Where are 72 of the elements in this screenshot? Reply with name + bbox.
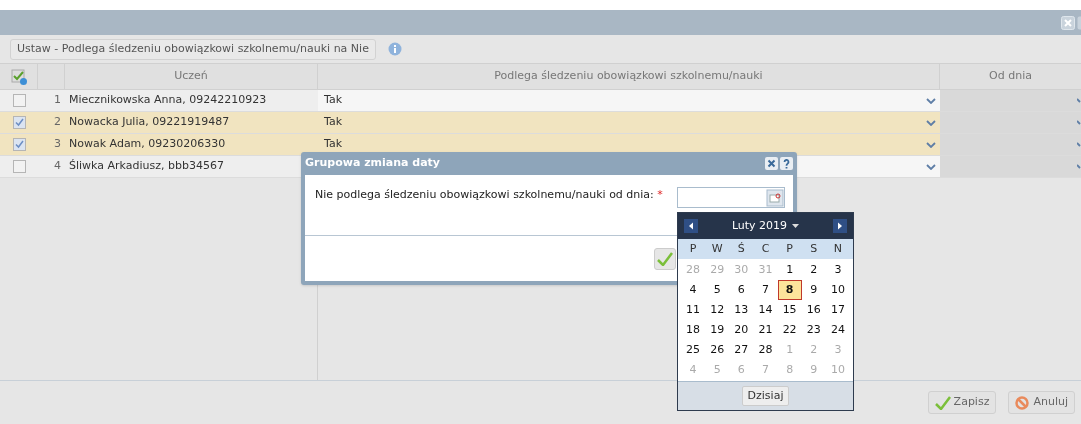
- today-button[interactable]: Dzisiaj: [741, 386, 790, 406]
- calendar-day[interactable]: 10: [825, 280, 850, 300]
- checkbox[interactable]: [12, 116, 26, 129]
- row-number: 4: [54, 158, 61, 175]
- checkbox[interactable]: [12, 94, 26, 107]
- checkbox[interactable]: [12, 160, 26, 173]
- calendar-day[interactable]: 1: [777, 260, 802, 280]
- calendar-day[interactable]: 14: [753, 300, 778, 320]
- weekday-label: N: [832, 240, 844, 257]
- calendar-day[interactable]: 20: [729, 320, 754, 340]
- previous-month-icon[interactable]: [684, 219, 698, 233]
- calendar-day[interactable]: 26: [705, 340, 730, 360]
- toolbar-button[interactable]: Ustaw - Podlega śledzeniu obowiązkowi szkolnemu/nauki na Nie: [10, 38, 376, 60]
- table-cell: Tak: [324, 114, 342, 131]
- calendar-day[interactable]: 25: [681, 340, 706, 360]
- next-month-icon[interactable]: [833, 219, 847, 233]
- column-header[interactable]: Uczeń: [65, 64, 318, 89]
- calendar-day[interactable]: 5: [705, 280, 730, 300]
- calendar-day[interactable]: 28: [753, 340, 778, 360]
- calendar-day[interactable]: 16: [801, 300, 826, 320]
- close-icon[interactable]: [765, 157, 778, 170]
- table-cell: Tak: [324, 136, 342, 153]
- calendar-day[interactable]: 9: [801, 280, 826, 300]
- dialog-title: Grupowa zmiana daty: [305, 155, 440, 172]
- checkbox[interactable]: [12, 138, 26, 151]
- row-number: 1: [54, 92, 61, 109]
- save-button[interactable]: Zapisz: [927, 391, 997, 414]
- calendar-day[interactable]: 2: [801, 260, 826, 280]
- calendar-day[interactable]: 19: [705, 320, 730, 340]
- calendar-day[interactable]: 18: [681, 320, 706, 340]
- checkmark-icon: [657, 251, 673, 266]
- calendar-day[interactable]: 13: [729, 300, 754, 320]
- calendar-icon[interactable]: [766, 188, 784, 207]
- weekday-label: P: [688, 240, 698, 257]
- calendar-day[interactable]: 4: [681, 280, 706, 300]
- column-header[interactable]: Podlega śledzeniu obowiązkowi szkolnemu/nauki: [318, 64, 940, 89]
- calendar-day[interactable]: 27: [729, 340, 754, 360]
- weekday-label: W: [710, 240, 724, 257]
- calendar-day[interactable]: 15: [777, 300, 802, 320]
- weekday-label: Ś: [736, 240, 746, 257]
- calendar-day[interactable]: 11: [681, 300, 706, 320]
- calendar-day[interactable]: 24: [825, 320, 850, 340]
- column-header[interactable]: Od dnia: [940, 64, 1081, 89]
- prohibited-icon: [1015, 395, 1030, 410]
- table-cell: Nowak Adam, 09230206330: [69, 136, 226, 153]
- table-cell: Śliwka Arkadiusz, bbb34567: [69, 158, 224, 175]
- row-number: 2: [54, 114, 61, 131]
- weekday-label: C: [760, 240, 771, 257]
- calendar-day[interactable]: 22: [777, 320, 802, 340]
- calendar-day[interactable]: 8: [777, 280, 802, 300]
- table-cell: Nowacka Julia, 09221919487: [69, 114, 230, 131]
- calendar-day[interactable]: 17: [825, 300, 850, 320]
- calendar-day[interactable]: 12: [705, 300, 730, 320]
- caret-icon: [792, 224, 800, 228]
- field-label: Nie podlega śledzeniu obowiązkowi szkolnemu/nauki od dnia: *: [315, 187, 664, 203]
- close-icon[interactable]: [1061, 15, 1075, 30]
- confirm-button[interactable]: [654, 247, 676, 270]
- info-icon[interactable]: [387, 42, 402, 56]
- calendar-day[interactable]: 21: [753, 320, 778, 340]
- calendar-day[interactable]: 7: [753, 280, 778, 300]
- table-cell: Tak: [324, 92, 342, 109]
- checkmark-icon: [934, 395, 951, 410]
- date-field[interactable]: [677, 187, 785, 208]
- calendar-day[interactable]: 6: [729, 280, 754, 300]
- calendar-day[interactable]: 23: [801, 320, 826, 340]
- row-number: 3: [54, 136, 61, 153]
- table-cell: Miecznikowska Anna, 09242210923: [69, 92, 267, 109]
- select-all-icon[interactable]: [10, 68, 27, 85]
- weekday-label: S: [809, 240, 819, 257]
- calendar-day[interactable]: 3: [825, 260, 850, 280]
- weekday-label: P: [785, 240, 794, 257]
- cancel-button[interactable]: Anuluj: [1008, 391, 1075, 414]
